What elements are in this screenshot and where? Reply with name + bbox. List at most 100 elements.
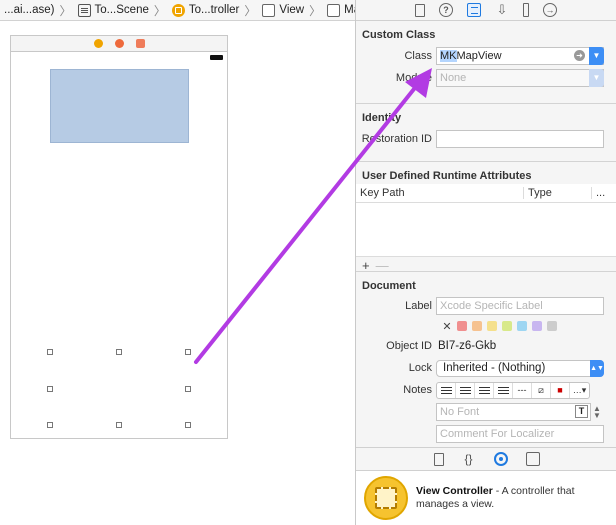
quick-help-icon[interactable]: ? (439, 3, 453, 17)
comment-placeholder: Comment For Localizer (440, 428, 555, 440)
go-to-class-icon[interactable]: ➜ (574, 50, 585, 61)
view-icon (262, 3, 276, 17)
breadcrumb-label: ...ai...ase) (4, 4, 55, 16)
color-swatch-green[interactable] (502, 321, 512, 331)
view-controller-icon[interactable] (93, 39, 103, 48)
exit-icon[interactable] (135, 39, 145, 48)
resize-handle[interactable] (185, 422, 191, 428)
attributes-table-header: Key Path Type ... (356, 184, 616, 203)
storyboard-canvas[interactable] (0, 21, 356, 525)
object-id-label: Object ID (386, 340, 432, 352)
breadcrumb-item-scene[interactable]: To...Scene 〉 (74, 0, 168, 20)
attributes-inspector-icon[interactable]: ⇩ (495, 2, 509, 17)
restoration-id-field[interactable] (436, 130, 604, 148)
file-inspector-icon[interactable] (415, 3, 425, 17)
view-controller-icon (171, 3, 185, 17)
chevron-updown-icon: ▲▼ (590, 359, 604, 377)
column-value[interactable]: ... (592, 187, 605, 199)
color-swatch-red[interactable] (457, 321, 467, 331)
map-view[interactable] (50, 69, 189, 143)
label-label: Label (405, 300, 432, 312)
color-swatch-yellow[interactable] (487, 321, 497, 331)
column-keypath[interactable]: Key Path (356, 187, 524, 199)
resize-handle[interactable] (116, 422, 122, 428)
file-template-icon[interactable] (433, 452, 444, 466)
connections-inspector-icon[interactable]: → (543, 3, 557, 17)
attributes-table[interactable] (356, 203, 616, 257)
library-item-title: View Controller (416, 485, 493, 497)
chevron-down-icon[interactable]: ▼ (589, 47, 604, 65)
font-picker-icon[interactable]: T (575, 405, 588, 418)
view-controller-scene[interactable] (10, 52, 228, 439)
code-snippet-icon[interactable]: {} (462, 452, 476, 466)
comment-field[interactable]: Comment For Localizer (436, 425, 604, 443)
xcode-label-field[interactable]: Xcode Specific Label (436, 297, 604, 315)
section-title: User Defined Runtime Attributes (362, 170, 532, 182)
section-title: Custom Class (362, 29, 436, 41)
align-center-button[interactable] (456, 382, 475, 398)
resize-handle[interactable] (116, 349, 122, 355)
resize-handle[interactable] (47, 386, 53, 392)
library-item-text: View Controller - A controller that mana… (416, 485, 601, 511)
color-swatch-purple[interactable] (532, 321, 542, 331)
scene-dock[interactable] (10, 35, 228, 52)
strikethrough-color-button[interactable]: ⧄ (532, 382, 551, 398)
document-section: Document Label Xcode Specific Label ✕ Ob… (356, 272, 616, 447)
scene-icon (77, 3, 91, 17)
font-field[interactable]: No Font T (436, 403, 591, 421)
chevron-right-icon: 〉 (309, 3, 322, 18)
align-justify-button[interactable] (494, 382, 513, 398)
identity-section: Identity Restoration ID (356, 104, 616, 162)
label-color-swatches: ✕ (356, 317, 616, 335)
clear-color-icon[interactable]: ✕ (442, 320, 452, 333)
chevron-right-icon: 〉 (153, 3, 166, 18)
size-inspector-icon[interactable] (523, 3, 529, 17)
color-swatch-orange[interactable] (472, 321, 482, 331)
battery-icon (210, 55, 223, 60)
resize-handle[interactable] (47, 422, 53, 428)
section-title: Identity (362, 112, 402, 124)
view-icon (327, 3, 341, 17)
chevron-right-icon: 〉 (244, 3, 257, 18)
module-placeholder: None (440, 72, 467, 84)
inspector-tabs: ? ⇩ → (356, 0, 616, 21)
class-value: MapView (456, 50, 502, 62)
breadcrumb: ...ai...ase) 〉 To...Scene 〉 To...troller 〉 … (0, 0, 356, 21)
breadcrumb-item-controller[interactable]: To...troller 〉 (168, 0, 259, 20)
color-swatch-blue[interactable] (517, 321, 527, 331)
module-field[interactable]: None ▼ (436, 69, 604, 87)
resize-handle[interactable] (185, 349, 191, 355)
remove-attribute-button[interactable]: — (376, 258, 389, 273)
library-item-view-controller[interactable]: View Controller - A controller that mana… (356, 471, 616, 525)
custom-class-section: Custom Class Class MKMapView ➜ ▼ Module … (356, 21, 616, 104)
identity-inspector-icon[interactable] (467, 3, 481, 17)
chevron-down-icon[interactable]: ▼ (589, 69, 604, 87)
restoration-id-label: Restoration ID (361, 133, 432, 145)
class-field[interactable]: MKMapView ➜ ▼ (436, 47, 604, 65)
lock-popup[interactable]: Inherited - (Nothing) ▲▼ (436, 359, 604, 377)
runtime-attributes-section: User Defined Runtime Attributes Key Path… (356, 162, 616, 273)
breadcrumb-item-storyboard[interactable]: ...ai...ase) 〉 (0, 0, 74, 20)
breadcrumb-label: To...Scene (94, 4, 149, 16)
first-responder-icon[interactable] (114, 39, 124, 48)
notes-toolbar: --- ⧄ ■ …▾ (436, 381, 590, 399)
add-attribute-button[interactable]: + (362, 258, 370, 273)
object-id-value: BI7-z6-Gkb (438, 340, 497, 352)
align-natural-button[interactable]: --- (513, 382, 532, 398)
align-left-button[interactable] (437, 382, 456, 398)
more-options-icon[interactable]: …▾ (570, 383, 589, 398)
column-type[interactable]: Type (524, 187, 592, 199)
resize-handle[interactable] (185, 386, 191, 392)
object-library-icon[interactable] (493, 452, 508, 466)
resize-handle[interactable] (47, 349, 53, 355)
breadcrumb-item-view[interactable]: View 〉 (258, 0, 323, 20)
inspector-panel: ? ⇩ → Custom Class Class MKMapView ➜ ▼ M… (355, 0, 616, 525)
breadcrumb-item-mapview[interactable]: Map View (323, 0, 356, 20)
text-color-button[interactable]: ■ (551, 382, 570, 398)
breadcrumb-label: View (279, 4, 305, 16)
stepper-icon[interactable]: ▲ ▼ (593, 405, 601, 420)
align-right-button[interactable] (475, 382, 494, 398)
media-library-icon[interactable] (525, 452, 540, 466)
section-title: Document (362, 280, 416, 292)
color-swatch-gray[interactable] (547, 321, 557, 331)
